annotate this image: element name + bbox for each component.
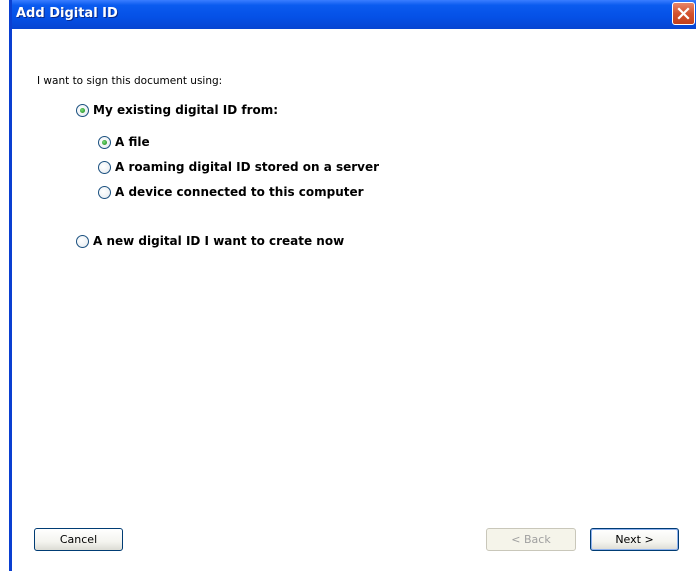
close-icon (677, 7, 690, 20)
radio-existing-id[interactable]: My existing digital ID from: (76, 103, 278, 117)
prompt-label: I want to sign this document using: (37, 75, 223, 87)
close-button[interactable] (672, 2, 695, 25)
next-button[interactable]: Next > (590, 528, 679, 551)
radio-button-checked[interactable] (76, 103, 89, 117)
radio-existing-id-label: My existing digital ID from: (93, 103, 279, 117)
radio-new-id-label: A new digital ID I want to create now (93, 234, 345, 248)
window-title: Add Digital ID (16, 6, 118, 21)
radio-button-unchecked[interactable] (98, 185, 111, 199)
background-window-strip (0, 0, 12, 571)
radio-roaming-id-label: A roaming digital ID stored on a server (115, 160, 380, 174)
radio-device[interactable]: A device connected to this computer (98, 185, 364, 199)
radio-a-file-label: A file (115, 135, 150, 149)
add-digital-id-dialog: Add Digital ID I want to sign this docum… (12, 0, 696, 571)
cancel-button[interactable]: Cancel (34, 528, 123, 551)
radio-button-unchecked[interactable] (98, 160, 111, 174)
radio-a-file[interactable]: A file (98, 135, 150, 149)
radio-roaming-id[interactable]: A roaming digital ID stored on a server (98, 160, 379, 174)
title-bar[interactable]: Add Digital ID (12, 0, 696, 29)
radio-button-checked[interactable] (98, 135, 111, 149)
radio-button-unchecked[interactable] (76, 234, 89, 248)
radio-new-id[interactable]: A new digital ID I want to create now (76, 234, 344, 248)
radio-device-label: A device connected to this computer (115, 185, 364, 199)
back-button[interactable]: < Back (486, 528, 576, 551)
